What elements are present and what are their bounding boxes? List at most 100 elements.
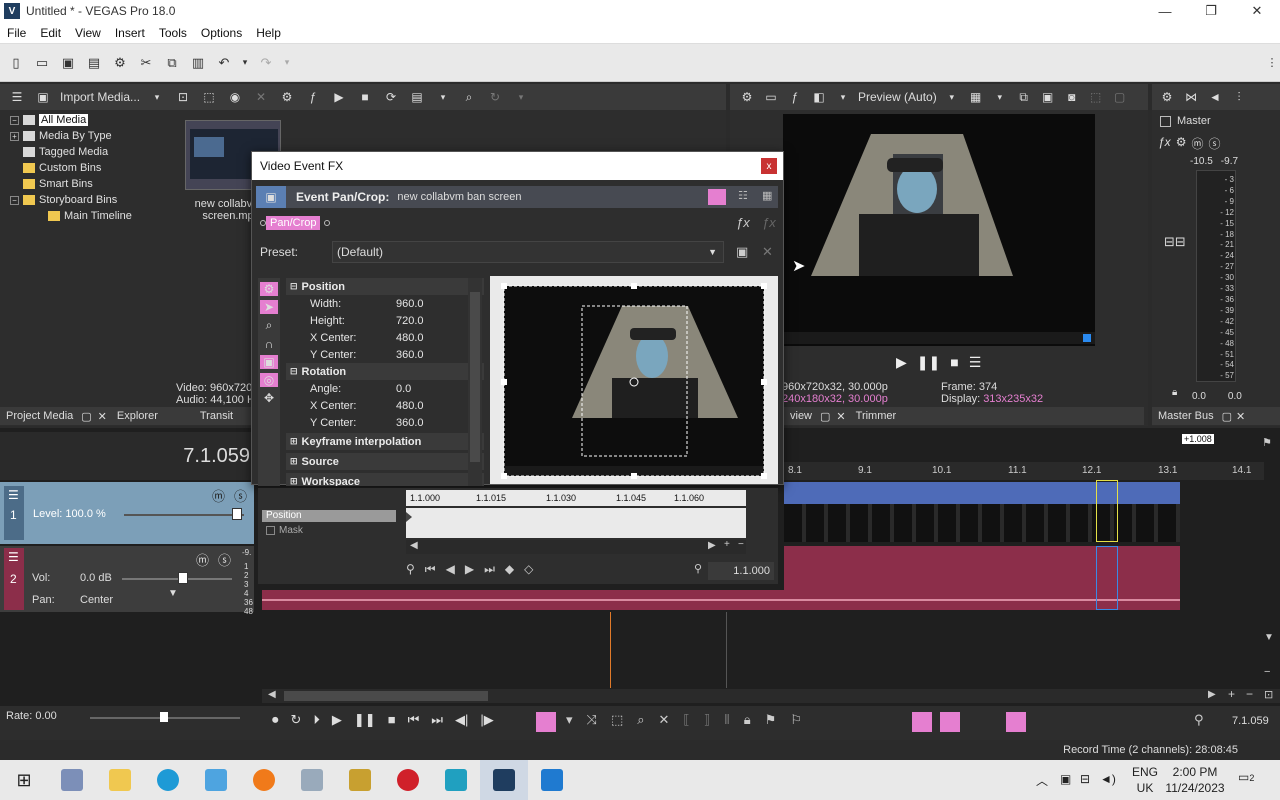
selected-video-event[interactable] bbox=[1096, 480, 1118, 542]
level-slider-handle[interactable] bbox=[232, 508, 242, 520]
tray-chevron-icon[interactable]: ︿ bbox=[1036, 772, 1048, 789]
keyframe-marker[interactable] bbox=[406, 512, 412, 522]
split-dropdown-icon[interactable]: ▾ bbox=[834, 88, 852, 106]
copy-snapshot-icon[interactable]: ⧉ bbox=[1015, 88, 1033, 106]
undo-dropdown-icon[interactable]: ▾ bbox=[240, 53, 250, 73]
section-workspace[interactable]: ⊞ Workspace bbox=[286, 473, 484, 486]
paint-app-icon[interactable] bbox=[336, 760, 384, 800]
fx-chain-icon[interactable]: ▣ bbox=[256, 186, 286, 208]
scroll-left-icon[interactable]: ◀ bbox=[268, 689, 276, 700]
expand-icon[interactable]: + bbox=[10, 131, 19, 141]
normal-edit-icon[interactable]: ➤ bbox=[260, 300, 278, 314]
master-lock-icon[interactable]: 🔒︎ bbox=[1172, 387, 1177, 398]
level-slider[interactable] bbox=[124, 514, 244, 516]
tree-item-tagged-media[interactable]: Tagged Media bbox=[10, 144, 180, 160]
fx-view-mode-icon[interactable] bbox=[708, 189, 726, 205]
preview-play-icon[interactable]: ▶ bbox=[896, 354, 907, 371]
insert-region-icon[interactable]: ⚐ bbox=[790, 712, 802, 728]
audio-clip-upper[interactable] bbox=[784, 546, 1180, 590]
delete-keyframe-icon[interactable]: ◇ bbox=[524, 562, 533, 577]
zoom-out-icon[interactable]: − bbox=[1246, 687, 1253, 701]
zoom-edit-icon[interactable]: ⌕ bbox=[266, 318, 273, 333]
tab-project-media[interactable]: Project Media bbox=[0, 410, 79, 422]
properties-scrollbar-thumb[interactable] bbox=[470, 292, 480, 462]
capture-app-icon[interactable] bbox=[432, 760, 480, 800]
expand-icon[interactable]: ⊞ bbox=[290, 456, 298, 467]
audio-mute-icon[interactable]: ⓜ bbox=[196, 550, 209, 569]
expand-icon[interactable]: ⊞ bbox=[290, 476, 298, 486]
prop-y-center[interactable]: Y Center: 360.0 bbox=[286, 346, 484, 363]
scale-about-center-icon[interactable]: ◎ bbox=[260, 373, 278, 387]
pause-icon[interactable]: ❚❚ bbox=[354, 712, 376, 728]
tab-trimmer[interactable]: Trimmer bbox=[850, 410, 903, 422]
edit-tool-dropdown-icon[interactable]: ▾ bbox=[566, 712, 573, 728]
preview-properties-gear-icon[interactable]: ⚙ bbox=[738, 88, 756, 106]
master-fx-icon[interactable]: ƒx bbox=[1158, 135, 1171, 152]
insert-marker-icon[interactable]: ⚑ bbox=[765, 712, 777, 728]
tray-language[interactable]: ENG UK bbox=[1132, 764, 1158, 796]
tab-undock-icon[interactable]: ▢ bbox=[818, 410, 832, 423]
first-keyframe-icon[interactable]: ⏮ bbox=[425, 562, 436, 577]
fx-list-view-icon[interactable]: ☷ bbox=[738, 189, 748, 202]
properties-scrollbar[interactable] bbox=[468, 278, 482, 486]
cut-icon[interactable]: ✂ bbox=[136, 53, 156, 73]
master-settings-icon[interactable]: ⚙ bbox=[1176, 135, 1187, 152]
loop-end-marker[interactable]: +1.008 bbox=[1182, 434, 1214, 444]
section-rotation[interactable]: ⊟ Rotation bbox=[286, 363, 484, 380]
start-button-icon[interactable]: ⊞ bbox=[0, 760, 48, 800]
redo-dropdown-icon[interactable]: ▾ bbox=[282, 53, 292, 73]
prop-value[interactable]: 480.0 bbox=[396, 332, 476, 344]
master-fader-handle[interactable]: ⊟⊟ bbox=[1164, 234, 1186, 250]
scrollbar-thumb[interactable] bbox=[284, 691, 488, 701]
search-icon[interactable]: ⌕ bbox=[460, 88, 478, 106]
close-button[interactable]: ✕ bbox=[1234, 0, 1280, 22]
section-source[interactable]: ⊞ Source bbox=[286, 453, 484, 470]
tab-undock-icon[interactable]: ▢ bbox=[1220, 410, 1234, 423]
tray-volume-icon[interactable]: ◄) bbox=[1100, 772, 1116, 786]
playhead-cursor[interactable] bbox=[610, 612, 611, 688]
audio-solo-icon[interactable]: ⓢ bbox=[218, 550, 231, 569]
master-properties-gear-icon[interactable]: ⚙ bbox=[1158, 88, 1176, 106]
prop-value[interactable]: 480.0 bbox=[396, 400, 476, 412]
overlays-grid-icon[interactable]: ▦ bbox=[967, 88, 985, 106]
save-icon[interactable]: ▣ bbox=[58, 53, 78, 73]
preview-menu-icon[interactable]: ☰ bbox=[969, 354, 982, 371]
track-mute-icon[interactable]: ⓜ bbox=[212, 486, 225, 505]
scroll-right-icon[interactable]: ▶ bbox=[1208, 689, 1216, 700]
master-solo-icon[interactable]: ⓢ bbox=[1208, 135, 1220, 152]
prop-value[interactable]: 360.0 bbox=[396, 417, 476, 429]
delete-icon[interactable]: ✕ bbox=[659, 712, 670, 728]
plugin-pan-crop-chip[interactable]: Pan/Crop bbox=[266, 216, 321, 230]
stop-media-icon[interactable]: ■ bbox=[356, 88, 374, 106]
save-snapshot-icon[interactable]: ▣ bbox=[1039, 88, 1057, 106]
new-file-icon[interactable]: ▯ bbox=[6, 53, 26, 73]
next-frame-icon[interactable]: |▶ bbox=[480, 712, 493, 728]
preview-quality-dropdown[interactable]: Preview (Auto) bbox=[858, 90, 937, 104]
menu-tools[interactable]: Tools bbox=[152, 26, 194, 40]
envelope-tool-icon[interactable]: ⤨ bbox=[587, 712, 597, 728]
video-track-header[interactable]: ☰ 1 ⓜ ⓢ Level: 100.0 % bbox=[0, 482, 254, 544]
firefox-icon[interactable] bbox=[240, 760, 288, 800]
next-keyframe-icon[interactable]: ▶ bbox=[465, 562, 474, 577]
zoom-fit-icon[interactable]: ⊡ bbox=[1264, 688, 1273, 701]
trim-end-icon[interactable]: ⟧ bbox=[704, 712, 710, 728]
previous-frame-icon[interactable]: ◀| bbox=[455, 712, 468, 728]
store-icon[interactable] bbox=[192, 760, 240, 800]
expand-icon[interactable]: − bbox=[10, 195, 19, 205]
prop-value[interactable]: 720.0 bbox=[396, 315, 476, 327]
preset-dropdown[interactable]: (Default) ▼ bbox=[332, 241, 724, 263]
track-menu-icon[interactable]: ☰ bbox=[8, 550, 19, 564]
media-fx-icon[interactable]: ƒ bbox=[304, 88, 322, 106]
tray-camera-icon[interactable]: ▣ bbox=[1060, 772, 1071, 786]
prop-height[interactable]: Height: 720.0 bbox=[286, 312, 484, 329]
tray-network-icon[interactable]: ⊟ bbox=[1080, 772, 1090, 786]
paste-icon[interactable]: ▥ bbox=[188, 53, 208, 73]
go-to-end-icon[interactable]: ⏭ bbox=[431, 712, 443, 728]
remove-fx-icon[interactable]: ƒx bbox=[762, 215, 776, 230]
kf-zoom-out-icon[interactable]: − bbox=[738, 539, 744, 550]
lock-icon[interactable]: 🔒︎ bbox=[744, 712, 751, 728]
audio-track-header[interactable]: ☰ 2 ⓜ ⓢ -9. 1 2 3 4 36 48 Vol: 0.0 dB Pa… bbox=[0, 546, 254, 616]
prop-rotation-y-center[interactable]: Y Center: 360.0 bbox=[286, 414, 484, 431]
tab-explorer[interactable]: Explorer bbox=[111, 410, 164, 422]
prop-angle[interactable]: Angle: 0.0 bbox=[286, 380, 484, 397]
